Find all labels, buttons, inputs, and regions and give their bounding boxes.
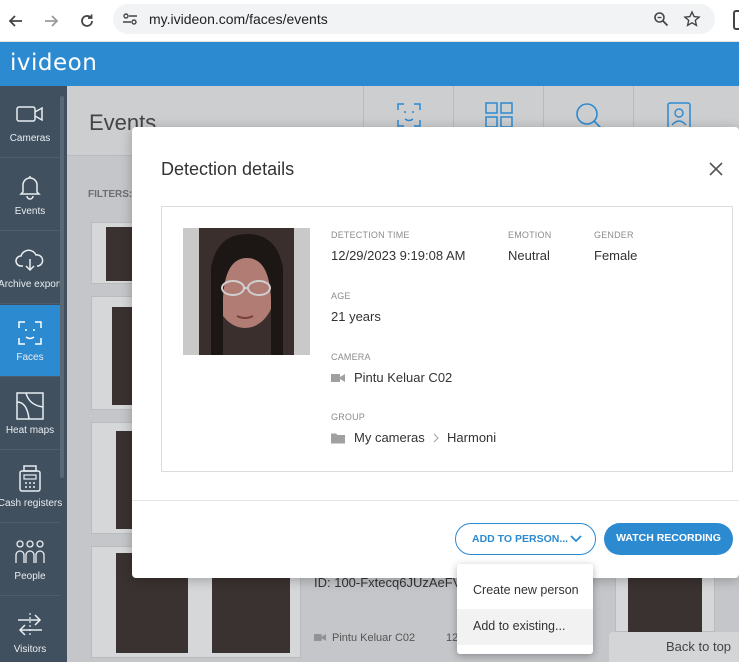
- age-label: AGE: [331, 291, 351, 301]
- site-settings-icon[interactable]: [121, 10, 139, 28]
- detection-details-modal: Detection details DETECTION TIME 12/29/2…: [132, 127, 739, 578]
- face-scan-icon: [396, 103, 421, 127]
- face-image: [183, 228, 310, 355]
- heatmap-icon: [13, 392, 47, 420]
- back-to-top-button[interactable]: Back to top: [609, 632, 739, 662]
- cash-register-icon: [13, 465, 47, 493]
- app-logo[interactable]: ivideon: [10, 50, 97, 76]
- face-snapshot: [183, 228, 310, 355]
- sidebar-item-archive-export[interactable]: Archive export: [0, 232, 62, 304]
- arrows-icon: [13, 611, 47, 639]
- group-parent[interactable]: My cameras: [354, 430, 425, 445]
- sidebar-item-label: Visitors: [13, 644, 47, 655]
- camera-icon: [331, 374, 345, 382]
- url-text: my.ivideon.com/faces/events: [149, 11, 328, 27]
- sidebar-item-cameras[interactable]: Cameras: [0, 86, 60, 158]
- back-arrow-icon[interactable]: [4, 9, 28, 33]
- camera-value[interactable]: Pintu Keluar C02: [354, 370, 452, 385]
- sidebar-item-cash-registers[interactable]: Cash registers: [0, 451, 62, 523]
- camera-icon: [13, 100, 47, 128]
- chevron-down-icon: [570, 535, 582, 543]
- grid-icon: [484, 102, 513, 128]
- cloud-download-icon: [13, 246, 47, 274]
- chevron-right-icon: [433, 433, 440, 443]
- sidebar-item-label: Archive export: [0, 279, 62, 290]
- sidebar-item-events[interactable]: Events: [0, 159, 60, 231]
- side-panel-icon[interactable]: [733, 10, 739, 30]
- sidebar-item-label: Faces: [16, 352, 44, 363]
- contact-card-icon: [666, 102, 691, 130]
- group-path: My cameras Harmoni: [354, 430, 496, 445]
- camera-label: CAMERA: [331, 352, 371, 362]
- sidebar-item-label: People: [14, 571, 46, 582]
- sidebar-item-label: Cash registers: [0, 498, 63, 509]
- sidebar-item-visitors[interactable]: Visitors: [0, 597, 60, 662]
- age-value: 21 years: [331, 309, 381, 324]
- sidebar-item-faces[interactable]: Faces: [0, 305, 60, 377]
- forward-arrow-icon[interactable]: [39, 9, 63, 33]
- people-icon: [13, 538, 47, 566]
- sidebar-item-people[interactable]: People: [0, 524, 60, 596]
- address-bar[interactable]: my.ivideon.com/faces/events: [113, 4, 715, 34]
- camera-icon: [314, 634, 326, 641]
- filters-label: FILTERS:: [88, 189, 133, 200]
- add-to-person-button[interactable]: ADD TO PERSON...: [455, 523, 596, 555]
- zoom-icon[interactable]: [652, 10, 670, 28]
- add-to-person-menu: Create new person Add to existing...: [457, 564, 593, 654]
- bell-icon: [13, 173, 47, 201]
- detection-time-label: DETECTION TIME: [331, 230, 410, 240]
- details-panel: DETECTION TIME 12/29/2023 9:19:08 AM EMO…: [161, 206, 733, 472]
- modal-title: Detection details: [161, 159, 295, 179]
- bookmark-star-icon[interactable]: [683, 10, 701, 28]
- group-label: GROUP: [331, 412, 366, 422]
- sidebar: Cameras Events Archive export Faces Heat…: [0, 86, 67, 662]
- watch-recording-button[interactable]: WATCH RECORDING: [604, 523, 733, 555]
- close-icon[interactable]: [708, 161, 726, 179]
- menu-item-create-new-person[interactable]: Create new person: [457, 573, 593, 609]
- gender-label: GENDER: [594, 230, 634, 240]
- sidebar-item-heat-maps[interactable]: Heat maps: [0, 378, 60, 450]
- detection-time-value: 12/29/2023 9:19:08 AM: [331, 248, 466, 263]
- app-header: ivideon: [0, 42, 739, 86]
- menu-item-add-to-existing[interactable]: Add to existing...: [457, 609, 593, 645]
- sidebar-item-label: Cameras: [9, 133, 51, 144]
- group-child[interactable]: Harmoni: [447, 430, 496, 445]
- event-camera: Pintu Keluar C02: [314, 632, 415, 644]
- emotion-value: Neutral: [508, 248, 550, 263]
- browser-toolbar: my.ivideon.com/faces/events: [0, 0, 739, 42]
- reload-icon[interactable]: [75, 9, 99, 33]
- gender-value: Female: [594, 248, 638, 263]
- folder-icon: [331, 433, 345, 444]
- emotion-label: EMOTION: [508, 230, 552, 240]
- search-icon: [575, 103, 603, 130]
- face-scan-icon: [13, 319, 47, 347]
- sidebar-item-label: Heat maps: [5, 425, 55, 436]
- sidebar-scrollbar[interactable]: [60, 96, 64, 478]
- modal-divider: [132, 500, 739, 501]
- sidebar-item-label: Events: [14, 206, 46, 217]
